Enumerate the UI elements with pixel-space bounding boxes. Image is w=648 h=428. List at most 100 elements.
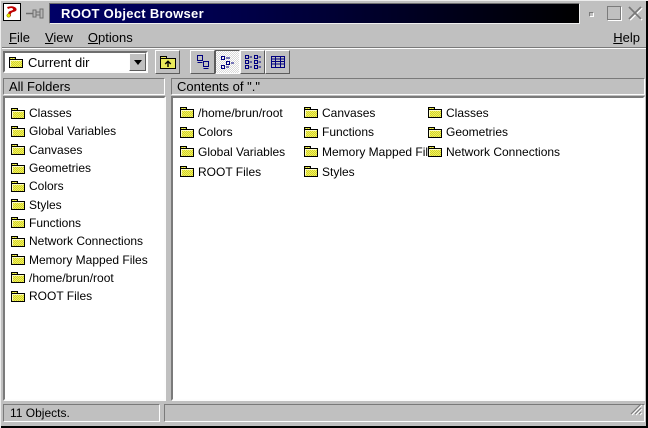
folder-item-label: Functions — [322, 125, 374, 139]
details-view-icon — [270, 54, 286, 70]
minimize-button[interactable] — [589, 12, 594, 17]
menu-items: File View Options — [9, 29, 148, 46]
folder-icon — [10, 162, 26, 175]
folder-icon — [10, 271, 26, 284]
folder-icon — [10, 180, 26, 193]
close-icon — [626, 4, 644, 22]
folder-list-item[interactable]: Geometries — [10, 159, 164, 177]
folder-icon — [303, 106, 319, 119]
folder-item-label: Network Connections — [446, 145, 560, 159]
directory-combobox[interactable]: Current dir — [3, 51, 148, 73]
large-icons-icon — [195, 54, 211, 70]
folder-up-icon — [158, 54, 178, 71]
folder-icon — [427, 106, 443, 119]
combobox-dropdown-button[interactable] — [129, 53, 146, 71]
folder-item-label: Network Connections — [29, 234, 143, 248]
contents-header: Contents of "." — [171, 78, 645, 95]
folder-icon — [8, 56, 24, 69]
menubar: File View Options Help — [0, 28, 648, 47]
folder-icon — [10, 253, 26, 266]
folder-list-item[interactable]: Colors — [10, 177, 164, 195]
folder-icon — [427, 145, 443, 158]
folder-grid-item[interactable]: Geometries — [427, 123, 551, 143]
folder-grid-item[interactable]: Canvases — [303, 103, 427, 123]
directory-combobox-value: Current dir — [28, 55, 125, 70]
folder-grid-item[interactable]: ROOT Files — [179, 162, 303, 182]
folder-icon — [303, 126, 319, 139]
contents-header-label: Contents of "." — [177, 79, 260, 94]
all-folders-header-label: All Folders — [9, 79, 70, 94]
folder-grid-item[interactable]: Colors — [179, 123, 303, 143]
titlebar[interactable]: ROOT Object Browser — [49, 3, 580, 24]
folder-icon — [179, 145, 195, 158]
folder-item-label: Global Variables — [198, 145, 285, 159]
folder-icon — [10, 235, 26, 248]
status-objects-count: 11 Objects. — [3, 404, 160, 422]
folder-grid-item[interactable]: Memory Mapped Files — [303, 142, 427, 162]
up-directory-button[interactable] — [155, 50, 180, 74]
folder-item-label: Classes — [446, 106, 489, 120]
list-view-button[interactable] — [240, 50, 265, 74]
root-object-browser-window: ROOT Object Browser File View Options Help… — [0, 0, 648, 428]
folder-icon — [10, 107, 26, 120]
large-icons-view-button[interactable] — [190, 50, 215, 74]
folder-item-label: Geometries — [446, 125, 508, 139]
window-title: ROOT Object Browser — [61, 6, 204, 21]
menu-item[interactable]: Options — [88, 28, 133, 45]
folder-icon — [10, 125, 26, 138]
folder-icon — [303, 145, 319, 158]
folder-grid-item[interactable]: Styles — [303, 162, 427, 182]
folder-item-label: Classes — [29, 106, 72, 120]
contents-grid: /home/brun/root Colors Global Variables … — [173, 98, 643, 181]
details-view-button[interactable] — [265, 50, 290, 74]
folder-list-item[interactable]: Functions — [10, 214, 164, 232]
list-view-icon — [244, 54, 262, 70]
contents-panel: /home/brun/root Colors Global Variables … — [171, 96, 645, 401]
folder-list-item[interactable]: Network Connections — [10, 232, 164, 250]
app-logo-icon[interactable] — [3, 3, 21, 21]
all-folders-header: All Folders — [3, 78, 165, 95]
menu-item[interactable]: File — [9, 28, 30, 45]
small-icons-icon — [220, 54, 236, 70]
resize-grip-icon — [629, 402, 643, 416]
folder-icon — [179, 106, 195, 119]
folder-item-label: Global Variables — [29, 124, 116, 138]
chevron-down-icon — [134, 60, 142, 65]
folder-grid-item[interactable]: Functions — [303, 123, 427, 143]
folder-list-item[interactable]: Styles — [10, 195, 164, 213]
menu-item-help[interactable]: Help — [613, 30, 640, 45]
folder-icon — [179, 126, 195, 139]
folder-grid-item[interactable]: Network Connections — [427, 142, 551, 162]
folder-item-label: Canvases — [29, 143, 82, 157]
folder-grid-item[interactable]: Classes — [427, 103, 551, 123]
folder-list-item[interactable]: ROOT Files — [10, 287, 164, 305]
folder-list-item[interactable]: Memory Mapped Files — [10, 250, 164, 268]
folder-grid-item[interactable]: /home/brun/root — [179, 103, 303, 123]
window-pin-icon[interactable] — [26, 7, 46, 25]
folder-grid-item[interactable]: Global Variables — [179, 142, 303, 162]
menu-item[interactable]: View — [45, 28, 73, 45]
small-icons-view-button[interactable] — [215, 50, 240, 74]
toolbar: Current dir — [0, 49, 648, 76]
folder-item-label: Memory Mapped Files — [322, 145, 441, 159]
folder-icon — [10, 143, 26, 156]
folder-item-label: Canvases — [322, 106, 375, 120]
maximize-button[interactable] — [607, 6, 621, 20]
folder-item-label: Memory Mapped Files — [29, 253, 148, 267]
folder-list-item[interactable]: Canvases — [10, 141, 164, 159]
folder-item-label: ROOT Files — [198, 165, 261, 179]
folder-list-item[interactable]: Global Variables — [10, 122, 164, 140]
folder-list-item[interactable]: Classes — [10, 104, 164, 122]
folder-item-label: Styles — [322, 165, 355, 179]
folder-list-item[interactable]: /home/brun/root — [10, 269, 164, 287]
folder-icon — [179, 165, 195, 178]
close-button[interactable] — [626, 4, 644, 22]
status-message-area — [164, 404, 645, 422]
folder-item-label: /home/brun/root — [198, 106, 283, 120]
folder-icon — [10, 198, 26, 211]
folder-item-label: Colors — [198, 125, 233, 139]
resize-grip[interactable] — [629, 402, 643, 420]
folder-item-label: Colors — [29, 179, 64, 193]
all-folders-list: Classes Global Variables Canvases Geomet… — [3, 96, 166, 401]
folder-icon — [10, 216, 26, 229]
